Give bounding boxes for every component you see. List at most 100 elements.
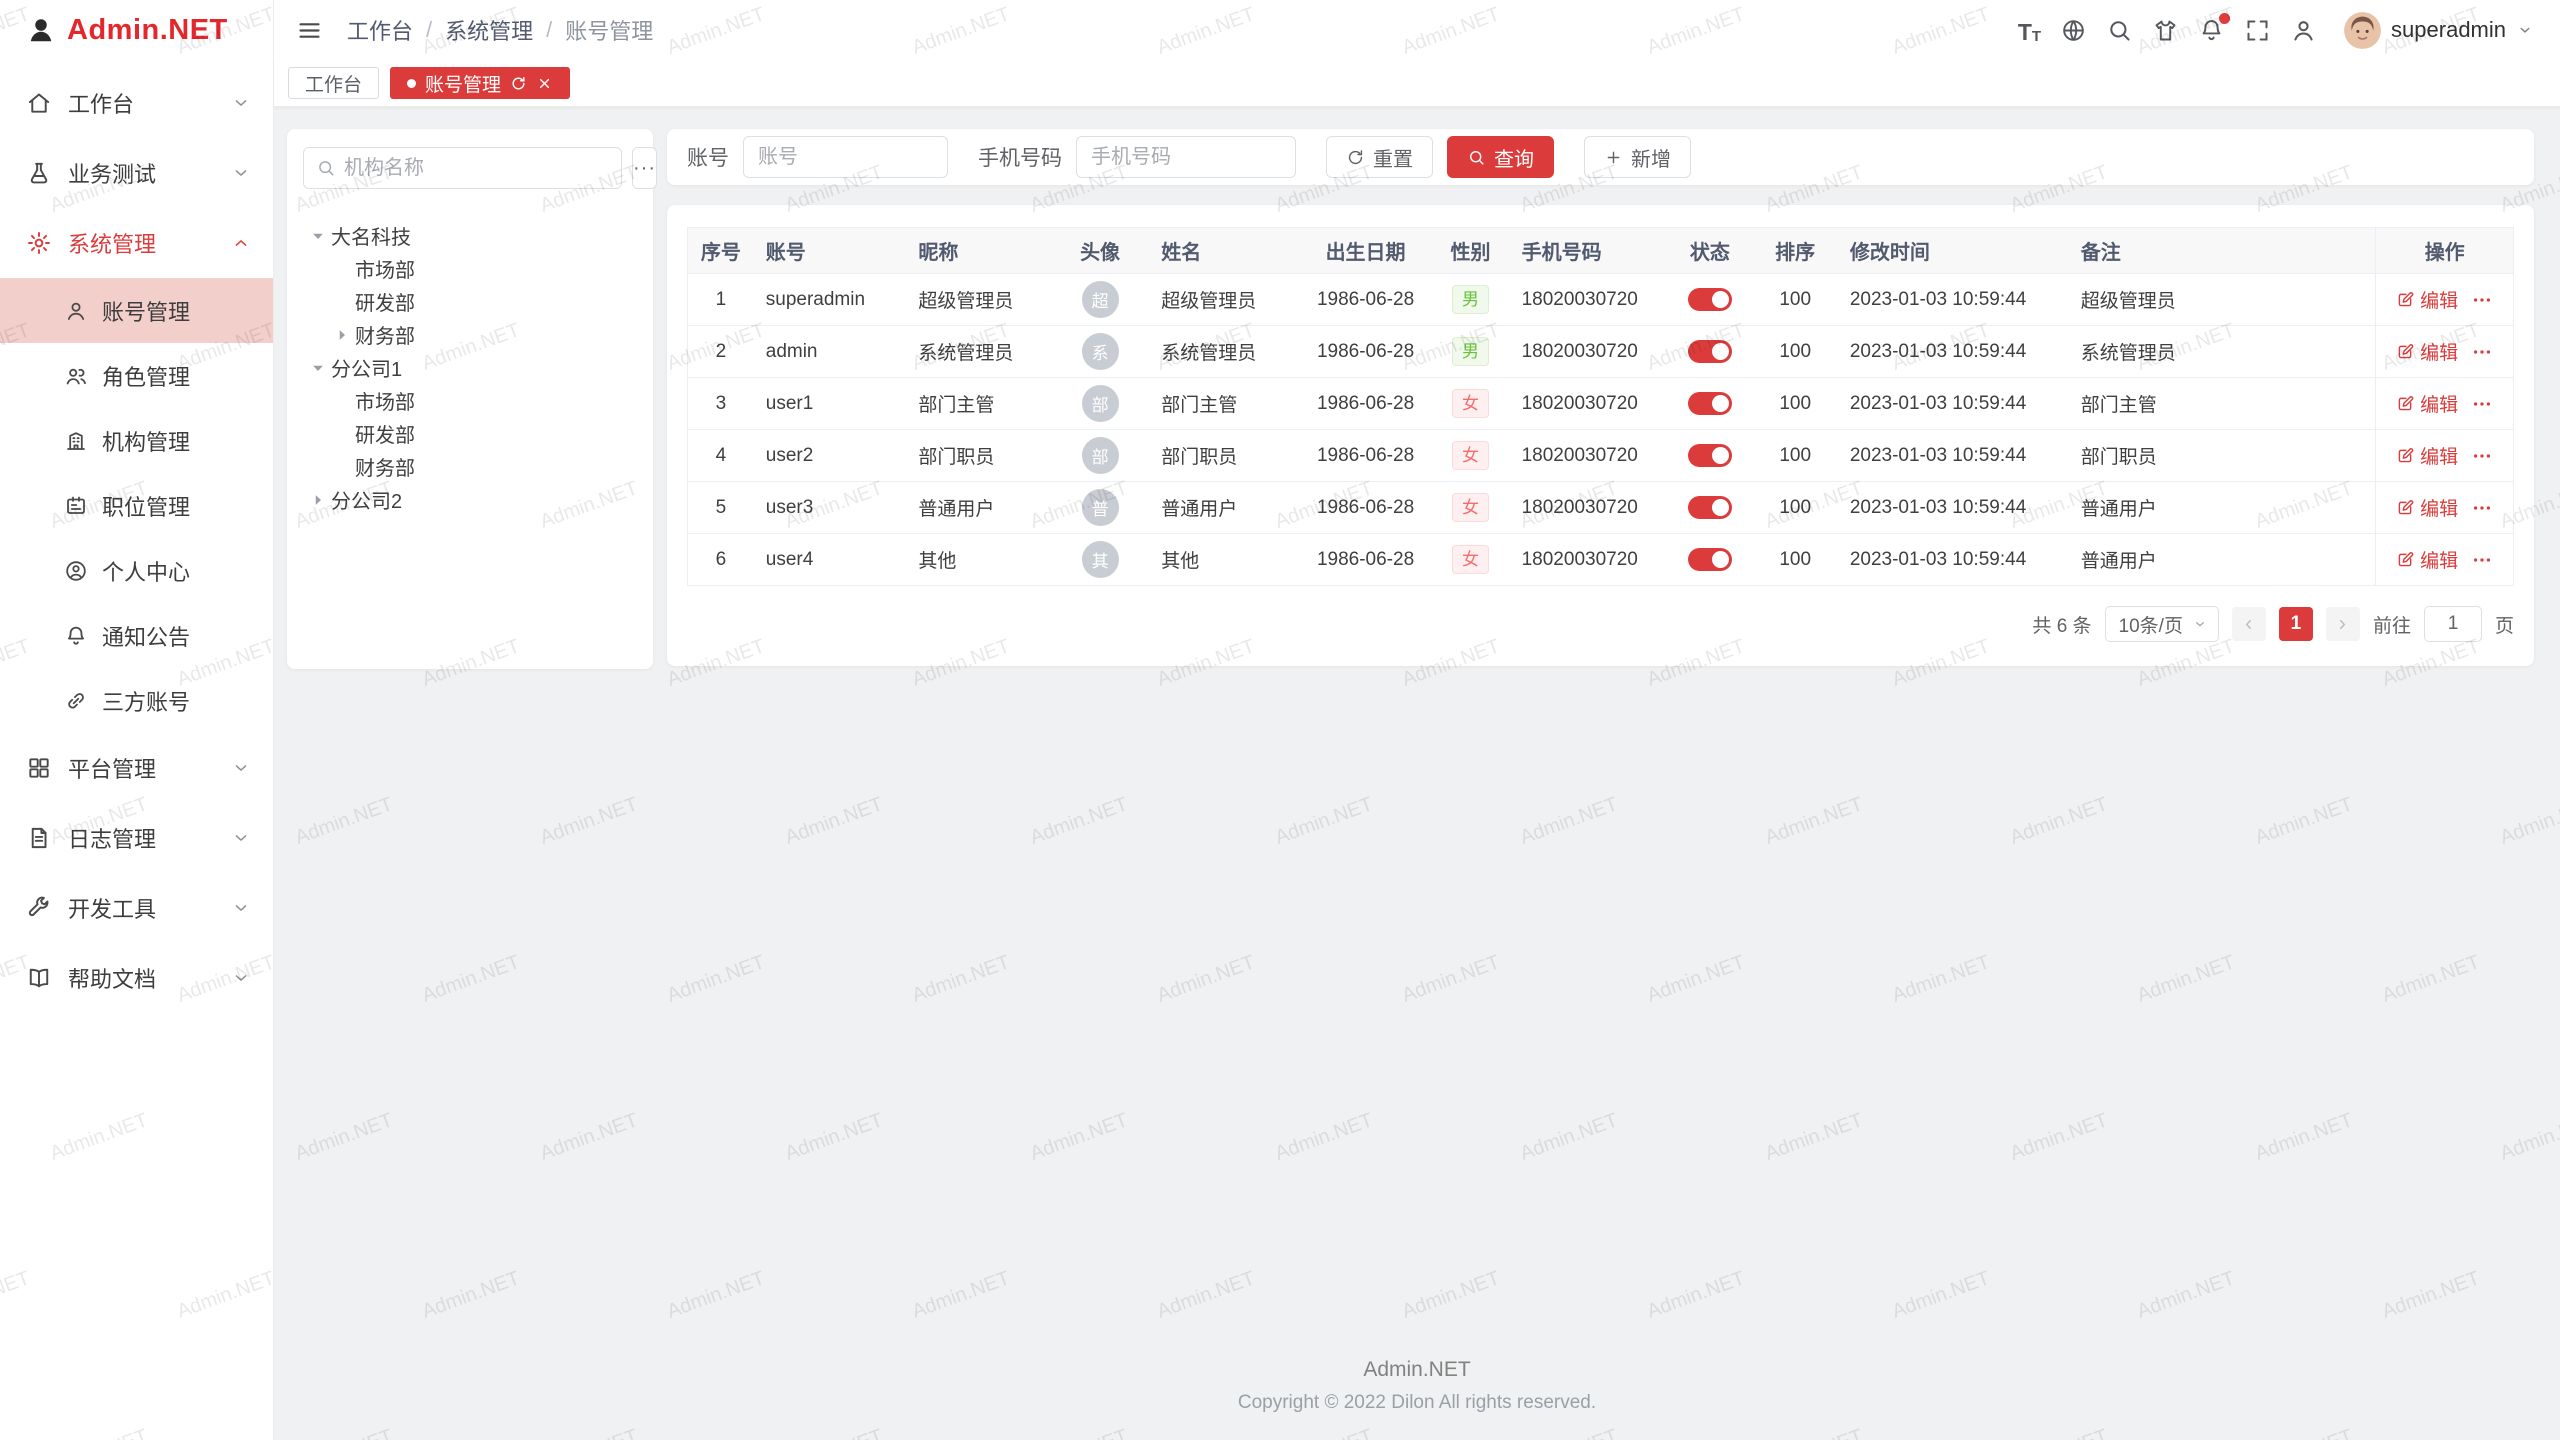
caret-icon[interactable] <box>309 227 327 245</box>
index-cell: 2 <box>688 326 754 378</box>
status-toggle[interactable] <box>1688 496 1732 519</box>
logo-text: Admin.NET <box>67 14 228 47</box>
page-size-select[interactable]: 10条/页 <box>2105 606 2219 642</box>
sidebar-item-log-management[interactable]: 日志管理 <box>0 803 273 873</box>
search-icon[interactable] <box>2106 17 2133 44</box>
reset-button[interactable]: 重置 <box>1326 136 1433 178</box>
account-cell: admin <box>754 326 907 378</box>
app-root: Admin.NET 工作台业务测试系统管理账号管理角色管理机构管理职位管理个人中… <box>0 0 2560 1440</box>
breadcrumb-item-workbench[interactable]: 工作台 <box>347 14 413 46</box>
edit-icon <box>2396 290 2415 309</box>
row-avatar: 其 <box>1082 541 1119 578</box>
gender-cell: 男 <box>1431 326 1509 378</box>
tree-node[interactable]: 财务部 <box>303 318 637 351</box>
sidebar-item-help-docs[interactable]: 帮助文档 <box>0 943 273 1013</box>
profile-icon[interactable] <box>2290 17 2317 44</box>
user-menu[interactable]: superadmin <box>2344 12 2534 49</box>
sidebar-item-business-test[interactable]: 业务测试 <box>0 138 273 208</box>
search-button[interactable]: 查询 <box>1447 136 1554 178</box>
more-actions-button[interactable] <box>2471 497 2493 519</box>
prev-page-button[interactable] <box>2232 607 2266 641</box>
sort-cell: 100 <box>1753 482 1838 534</box>
sort-cell: 100 <box>1753 274 1838 326</box>
sidebar-subitem-position-management[interactable]: 职位管理 <box>0 473 273 538</box>
caret-icon[interactable] <box>333 326 351 344</box>
chevron-up-icon <box>231 233 251 253</box>
font-size-icon[interactable]: TT <box>2018 17 2041 44</box>
sidebar-item-label: 系统管理 <box>68 227 215 259</box>
app-logo[interactable]: Admin.NET <box>0 0 273 60</box>
more-actions-button[interactable] <box>2471 289 2493 311</box>
tree-node-label: 大名科技 <box>331 221 411 250</box>
caret-icon[interactable] <box>309 491 327 509</box>
avatar-cell: 其 <box>1051 534 1149 586</box>
language-icon[interactable] <box>2060 17 2087 44</box>
filter-bar: 账号 手机号码 重置 查询 <box>667 129 2534 185</box>
goto-page-input[interactable] <box>2424 606 2482 642</box>
theme-icon[interactable] <box>2152 17 2179 44</box>
next-page-button[interactable] <box>2326 607 2360 641</box>
tree-more-button[interactable]: ··· <box>632 147 657 189</box>
tree-node[interactable]: 大名科技 <box>303 219 637 252</box>
logo-icon <box>26 15 56 45</box>
bell-icon <box>64 624 88 648</box>
tree-node[interactable]: 分公司1 <box>303 351 637 384</box>
edit-button[interactable]: 编辑 <box>2396 286 2458 313</box>
breadcrumb-item-system[interactable]: 系统管理 <box>445 14 533 46</box>
tree-node[interactable]: 研发部 <box>303 417 637 450</box>
sidebar-item-system-management[interactable]: 系统管理 <box>0 208 273 278</box>
status-toggle[interactable] <box>1688 392 1732 415</box>
gender-badge: 女 <box>1452 493 1489 522</box>
tab-workbench[interactable]: 工作台 <box>288 67 379 99</box>
tree-node[interactable]: 分公司2 <box>303 483 637 516</box>
add-button[interactable]: 新增 <box>1584 136 1691 178</box>
org-search-box[interactable] <box>303 147 622 189</box>
sidebar-item-workbench[interactable]: 工作台 <box>0 68 273 138</box>
status-toggle[interactable] <box>1688 288 1732 311</box>
sidebar-subitem-third-party-account[interactable]: 三方账号 <box>0 668 273 733</box>
tree-node[interactable]: 研发部 <box>303 285 637 318</box>
more-actions-button[interactable] <box>2471 341 2493 363</box>
edit-button[interactable]: 编辑 <box>2396 390 2458 417</box>
tree-node[interactable]: 市场部 <box>303 384 637 417</box>
more-actions-button[interactable] <box>2471 393 2493 415</box>
edit-button[interactable]: 编辑 <box>2396 494 2458 521</box>
more-actions-button[interactable] <box>2471 445 2493 467</box>
phone-cell: 18020030720 <box>1510 378 1668 430</box>
caret-icon[interactable] <box>309 359 327 377</box>
status-toggle[interactable] <box>1688 340 1732 363</box>
breadcrumb-item-current: 账号管理 <box>565 14 653 46</box>
sidebar-subitem-org-management[interactable]: 机构管理 <box>0 408 273 473</box>
name-cell: 部门职员 <box>1149 430 1300 482</box>
edit-button[interactable]: 编辑 <box>2396 442 2458 469</box>
close-icon[interactable] <box>536 75 553 92</box>
page-number-1[interactable]: 1 <box>2279 607 2313 641</box>
sidebar-subitem-personal-center[interactable]: 个人中心 <box>0 538 273 603</box>
sidebar-subitem-notice[interactable]: 通知公告 <box>0 603 273 668</box>
sidebar-item-platform-management[interactable]: 平台管理 <box>0 733 273 803</box>
edit-button[interactable]: 编辑 <box>2396 546 2458 573</box>
header: 工作台 / 系统管理 / 账号管理 TT <box>274 0 2560 60</box>
notification-bell-icon[interactable] <box>2198 17 2225 44</box>
status-cell <box>1667 378 1752 430</box>
refresh-icon[interactable] <box>510 75 527 92</box>
more-actions-button[interactable] <box>2471 549 2493 571</box>
menu-collapse-icon[interactable] <box>296 17 323 44</box>
account-input[interactable] <box>743 136 948 178</box>
sidebar-subitem-label: 职位管理 <box>102 490 190 522</box>
phone-input[interactable] <box>1076 136 1296 178</box>
switch-knob <box>1712 447 1729 464</box>
fullscreen-icon[interactable] <box>2244 17 2271 44</box>
name-cell: 普通用户 <box>1149 482 1300 534</box>
row-avatar: 系 <box>1082 333 1119 370</box>
org-search-input[interactable] <box>344 157 609 180</box>
status-toggle[interactable] <box>1688 548 1732 571</box>
edit-button[interactable]: 编辑 <box>2396 338 2458 365</box>
status-toggle[interactable] <box>1688 444 1732 467</box>
sidebar-subitem-account-management[interactable]: 账号管理 <box>0 278 273 343</box>
sidebar-subitem-role-management[interactable]: 角色管理 <box>0 343 273 408</box>
tab-account-management[interactable]: 账号管理 <box>390 67 570 99</box>
tree-node[interactable]: 财务部 <box>303 450 637 483</box>
tree-node[interactable]: 市场部 <box>303 252 637 285</box>
sidebar-item-dev-tools[interactable]: 开发工具 <box>0 873 273 943</box>
